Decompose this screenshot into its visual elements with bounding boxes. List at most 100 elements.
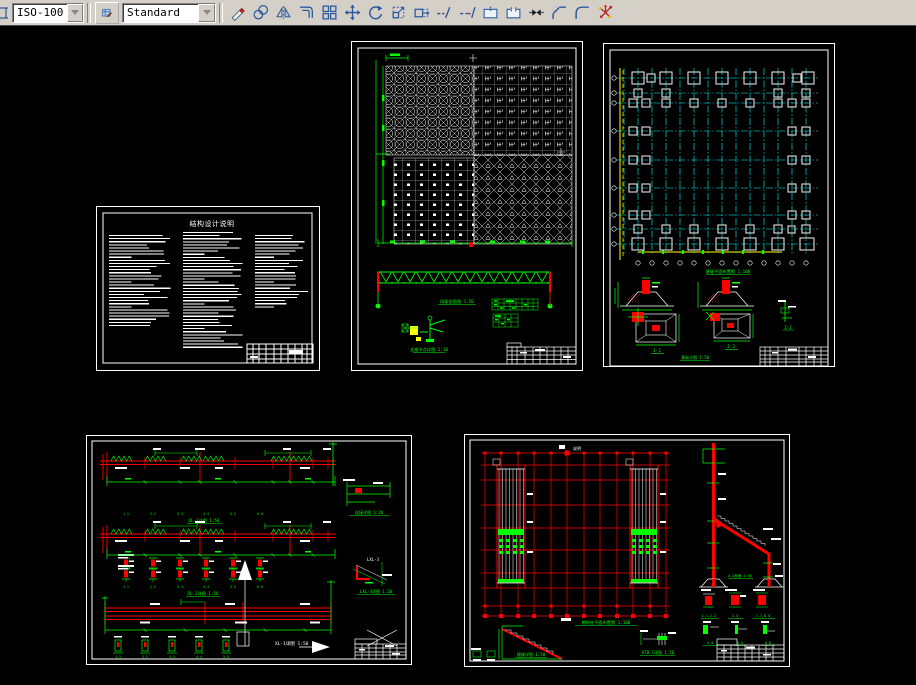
offset-button[interactable] bbox=[295, 2, 318, 24]
svg-text:3-3: 3-3 bbox=[732, 614, 738, 618]
svg-text:1-1,2-2: 1-1,2-2 bbox=[702, 614, 717, 618]
footing-section-1[interactable] bbox=[614, 277, 674, 311]
beam-3-sections[interactable] bbox=[112, 635, 232, 654]
sheet-structural-notes[interactable]: 结构设计说明 bbox=[95, 205, 321, 372]
rotate-button[interactable] bbox=[364, 2, 387, 24]
svg-text:5-5: 5-5 bbox=[737, 641, 743, 645]
fillet-icon bbox=[575, 6, 589, 19]
notes-text-column bbox=[255, 235, 308, 308]
extend-icon bbox=[460, 6, 476, 19]
text-style-select[interactable]: Standard bbox=[122, 2, 216, 23]
scale-icon bbox=[392, 6, 405, 19]
crane-beam-2[interactable] bbox=[100, 521, 336, 559]
trim-button[interactable] bbox=[433, 2, 456, 24]
text-style-dropdown-button[interactable] bbox=[198, 3, 215, 22]
break-button[interactable] bbox=[502, 2, 525, 24]
truss-label: 网架剖面图 1:50 bbox=[440, 298, 474, 305]
explode-button[interactable] bbox=[594, 2, 617, 24]
extend-button[interactable] bbox=[456, 2, 479, 24]
fillet-button[interactable] bbox=[571, 2, 594, 24]
footing-plan-2[interactable] bbox=[705, 311, 754, 342]
plan-label-mark bbox=[561, 618, 571, 621]
title-block[interactable] bbox=[506, 342, 577, 365]
chamfer-button[interactable] bbox=[548, 2, 571, 24]
material-table-2[interactable] bbox=[492, 313, 519, 328]
footing-1-label: J-1 bbox=[653, 348, 661, 354]
drawing-canvas[interactable]: 结构设计说明 网架剖面图 1:50 支座节点详图 1:10 基础平面布置图 1:… bbox=[0, 26, 916, 685]
column-section-detail[interactable] bbox=[778, 300, 796, 322]
elevation-label: A-A剖面 1:50 bbox=[728, 573, 752, 578]
svg-text:6-6: 6-6 bbox=[257, 512, 263, 516]
dim-style-dropdown-button[interactable] bbox=[67, 3, 83, 22]
joint-detail[interactable] bbox=[343, 479, 391, 506]
bearing-node-detail[interactable] bbox=[401, 315, 446, 342]
columns[interactable] bbox=[628, 71, 815, 251]
stretch-button[interactable] bbox=[410, 2, 433, 24]
dim-style-select[interactable]: ISO-100 bbox=[12, 2, 84, 23]
break-icon bbox=[506, 7, 521, 19]
mirror-button[interactable] bbox=[272, 2, 295, 24]
stair-label: 楼梯详图 1:50 bbox=[517, 651, 546, 657]
dim-style-icon bbox=[0, 4, 10, 22]
chevron-down-icon bbox=[202, 10, 211, 15]
svg-text:1-1: 1-1 bbox=[123, 512, 129, 516]
plan-label: 基础平面布置图 1:100 bbox=[706, 268, 751, 275]
copy-button[interactable] bbox=[249, 2, 272, 24]
crane-beam-3[interactable] bbox=[102, 560, 335, 647]
svg-text:4-4: 4-4 bbox=[196, 655, 202, 659]
material-table[interactable] bbox=[491, 298, 539, 311]
footing-section-2[interactable] bbox=[697, 277, 754, 311]
trim-icon bbox=[437, 6, 451, 19]
rotate-icon bbox=[369, 5, 383, 20]
spaceframe-grid[interactable] bbox=[385, 54, 573, 245]
title-block[interactable] bbox=[246, 343, 314, 364]
sheet-crane-beam-details[interactable]: 1-1 2-2 3-3 4-4 5-5 6-6 DL-1详图 1:50 1-1 2-2 3-3… bbox=[85, 434, 413, 666]
erase-button[interactable] bbox=[226, 2, 249, 24]
svg-text:5-5: 5-5 bbox=[230, 512, 236, 516]
column-elevation[interactable] bbox=[699, 443, 784, 588]
svg-text:2-2: 2-2 bbox=[142, 655, 148, 659]
offset-icon bbox=[300, 6, 313, 18]
sheet-spaceframe-plan[interactable]: 网架剖面图 1:50 支座节点详图 1:10 bbox=[350, 40, 584, 372]
cad-window: ISO-100 Standard 结构设计说明 网架剖面图 1:50 支座节点详… bbox=[0, 0, 916, 685]
break-at-point-icon bbox=[483, 6, 498, 19]
text-style-button[interactable] bbox=[95, 1, 119, 24]
sheet-lattice-column-details[interactable]: 说明 格构柱平面布置图 1:100 楼梯详图 1:50 KTB-1详图 1:50… bbox=[463, 433, 791, 668]
dl2-label: DL-2详图 1:50 bbox=[187, 590, 219, 597]
beam-2-section-labels: 1-1 2-2 3-3 4-4 5-5 6-6 bbox=[123, 585, 263, 589]
notes-text-column bbox=[109, 235, 171, 326]
stretch-icon bbox=[414, 8, 430, 18]
join-icon bbox=[529, 9, 544, 16]
footing-plan-1[interactable] bbox=[628, 308, 680, 346]
bracing-plan-label: 格构柱平面布置图 1:100 bbox=[582, 619, 631, 626]
array-icon bbox=[322, 5, 337, 20]
node-detail-label: 支座节点详图 1:10 bbox=[410, 346, 448, 353]
svg-text:6-6: 6-6 bbox=[257, 585, 263, 589]
title-block[interactable] bbox=[759, 346, 829, 367]
toolbar-separator bbox=[219, 2, 223, 23]
join-button[interactable] bbox=[525, 2, 548, 24]
chamfer-icon bbox=[552, 6, 566, 19]
svg-text:2-2: 2-2 bbox=[150, 512, 156, 516]
xl-detail-callout[interactable]: XL-1详图 1:50 bbox=[275, 640, 330, 653]
explode-icon bbox=[598, 4, 613, 19]
crane-beam-1[interactable] bbox=[100, 442, 337, 486]
joint-detail-label: 连接详图 1:20 bbox=[355, 509, 384, 515]
scale-button[interactable] bbox=[387, 2, 410, 24]
section-details[interactable]: 1-1,2-2 3-3 7-7,8-8 4-4 5-5 6-6 bbox=[701, 589, 775, 646]
ktb-detail[interactable] bbox=[640, 630, 676, 645]
beam-1-section-labels: 1-1 2-2 3-3 4-4 5-5 6-6 bbox=[123, 512, 263, 516]
break-at-point-button[interactable] bbox=[479, 2, 502, 24]
title-block[interactable] bbox=[716, 638, 785, 662]
sheet-column-foundation-plan[interactable]: 基础平面布置图 1:100 J-1 J-2 基础详图 1:50 Z-1 bbox=[602, 42, 836, 368]
lattice-column-2[interactable] bbox=[625, 458, 667, 589]
svg-text:4-4: 4-4 bbox=[707, 641, 713, 645]
dim-style-value: ISO-100 bbox=[17, 6, 64, 19]
erase-icon bbox=[231, 7, 245, 21]
array-button[interactable] bbox=[318, 2, 341, 24]
move-button[interactable] bbox=[341, 2, 364, 24]
title-block[interactable] bbox=[354, 638, 407, 660]
svg-text:5-5: 5-5 bbox=[223, 655, 229, 659]
lattice-column-1[interactable] bbox=[492, 458, 534, 589]
lxl-detail[interactable]: LXL-3 bbox=[352, 557, 392, 586]
